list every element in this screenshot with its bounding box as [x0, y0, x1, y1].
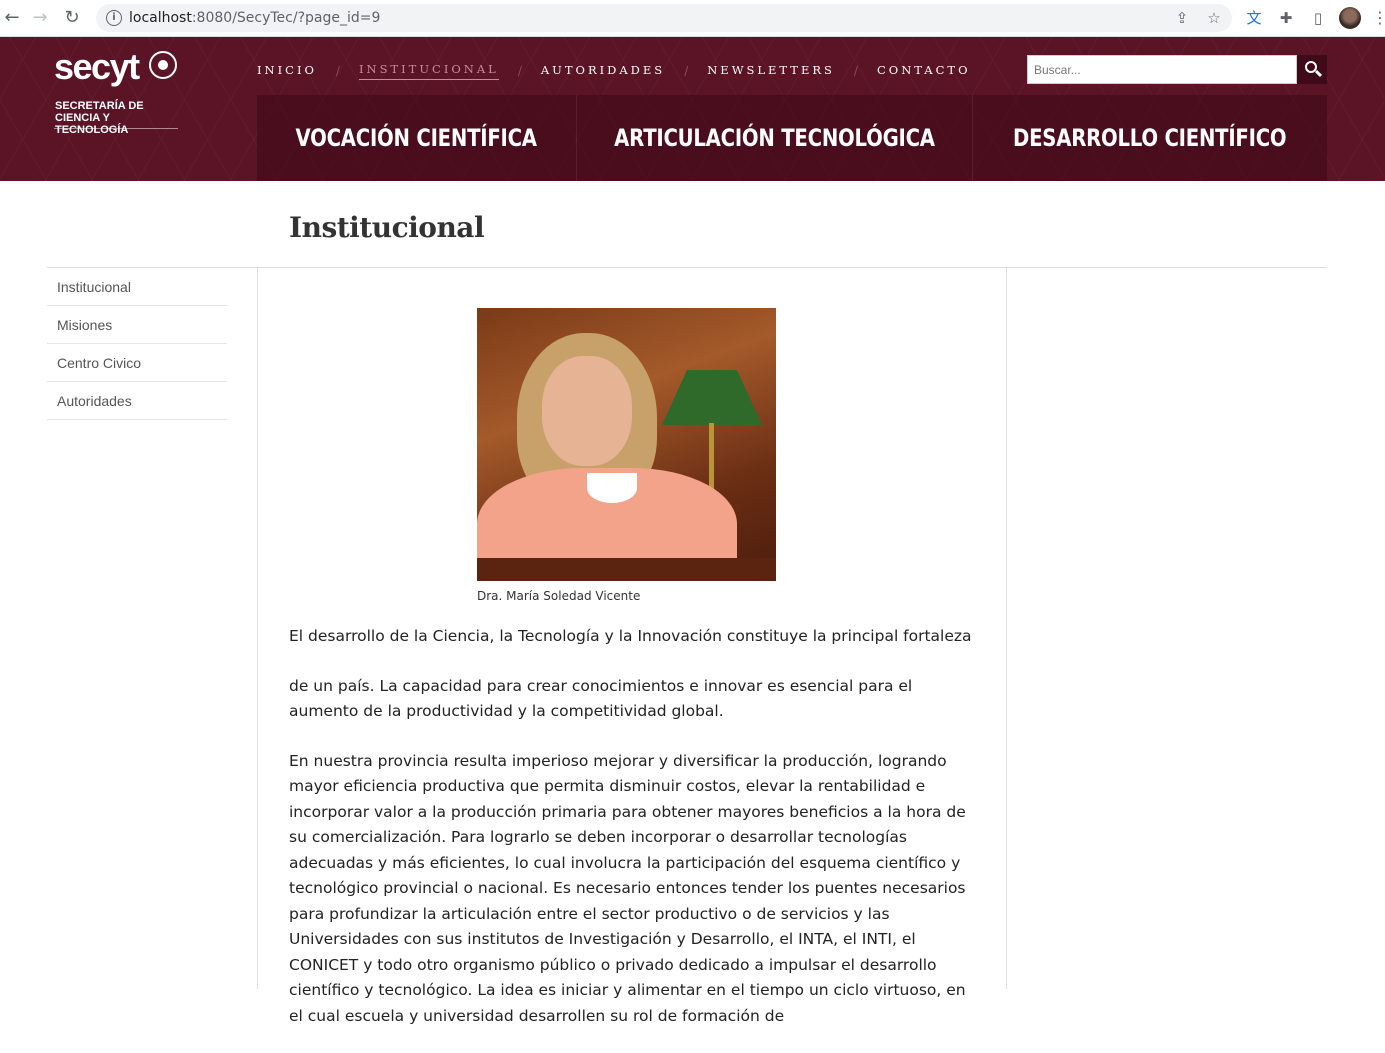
feature-navigation: VOCACIÓN CIENTÍFICA ARTICULACIÓN TECNOLÓ… [257, 95, 1327, 181]
feature-desarrollo-cientifico[interactable]: DESARROLLO CIENTÍFICO [973, 95, 1327, 181]
portrait-photo [477, 308, 776, 581]
sidebar-item-autoridades[interactable]: Autoridades [47, 382, 227, 420]
translate-icon[interactable]: 文 [1244, 8, 1264, 28]
sidebar-item-centro-civico[interactable]: Centro Civico [47, 344, 227, 382]
nav-separator: / [684, 64, 689, 78]
paragraph: El desarrollo de la Ciencia, la Tecnolog… [289, 627, 972, 645]
title-divider [47, 267, 1327, 268]
share-icon[interactable]: ⇪ [1173, 9, 1191, 27]
menu-dots-icon[interactable]: ⋮ [1372, 7, 1385, 29]
seal-icon [149, 51, 177, 79]
nav-separator: / [517, 64, 522, 78]
back-icon[interactable]: ← [0, 6, 24, 30]
page-title: Institucional [289, 211, 485, 244]
nav-separator: / [853, 64, 858, 78]
site-logo[interactable]: secyt SECRETARÍA DE CIENCIA Y TECNOLOGÍA [54, 46, 184, 136]
feature-vocacion-cientifica[interactable]: VOCACIÓN CIENTÍFICA [257, 95, 577, 181]
logo-subtitle: SECRETARÍA DE CIENCIA Y TECNOLOGÍA [55, 100, 144, 136]
extensions-icon[interactable]: ✚ [1276, 8, 1296, 28]
paragraph: En nuestra provincia resulta imperioso m… [289, 751, 966, 1025]
reload-icon[interactable]: ↻ [60, 6, 84, 30]
search-button[interactable] [1297, 55, 1327, 84]
content-left-border [257, 268, 258, 989]
bookmark-star-icon[interactable]: ☆ [1205, 9, 1223, 27]
nav-autoridades[interactable]: AUTORIDADES [541, 63, 665, 80]
sidebar-item-institucional[interactable]: Institucional [47, 268, 227, 306]
nav-institucional[interactable]: INSTITUCIONAL [358, 62, 499, 80]
side-panel-icon[interactable]: ▯ [1308, 8, 1328, 28]
logo-divider [54, 128, 178, 129]
nav-newsletters[interactable]: NEWSLETTERS [707, 63, 835, 80]
logo-wordmark: secyt [54, 46, 140, 87]
nav-contacto[interactable]: CONTACTO [877, 63, 971, 80]
url-text[interactable]: localhost:8080/SecyTec/?page_id=9 [129, 10, 380, 26]
nav-inicio[interactable]: INICIO [257, 63, 317, 80]
feature-articulacion-tecnologica[interactable]: ARTICULACIÓN TECNOLÓGICA [577, 95, 973, 181]
paragraph: de un país. La capacidad para crear cono… [289, 676, 913, 721]
top-navigation: INICIO / INSTITUCIONAL / AUTORIDADES / N… [257, 62, 971, 80]
site-header: secyt SECRETARÍA DE CIENCIA Y TECNOLOGÍA… [0, 37, 1385, 181]
address-bar[interactable]: i localhost:8080/SecyTec/?page_id=9 ⇪ ☆ [96, 4, 1232, 32]
info-icon[interactable]: i [106, 10, 122, 26]
sidebar-menu: Institucional Misiones Centro Civico Aut… [47, 268, 227, 420]
sidebar-item-misiones[interactable]: Misiones [47, 306, 227, 344]
browser-toolbar: ← → ↻ i localhost:8080/SecyTec/?page_id=… [0, 0, 1385, 37]
profile-avatar[interactable] [1339, 7, 1361, 29]
content-right-border [1006, 268, 1007, 989]
nav-separator: / [335, 64, 340, 78]
forward-icon[interactable]: → [28, 6, 52, 30]
search-input[interactable]: Buscar... [1027, 55, 1297, 84]
image-caption: Dra. María Soledad Vicente [477, 589, 641, 603]
